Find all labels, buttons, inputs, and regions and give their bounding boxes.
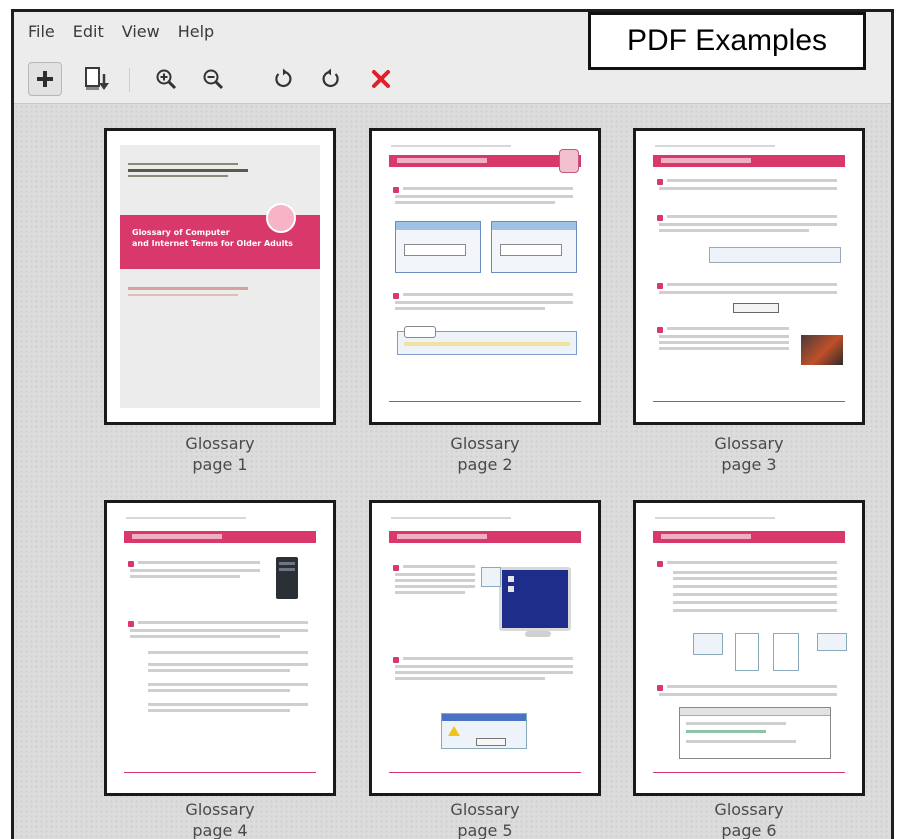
button-figure [733, 303, 779, 313]
small-window-figure [481, 567, 501, 587]
menu-edit[interactable]: Edit [73, 22, 104, 41]
page-caption: Glossary page 2 [369, 433, 601, 475]
page-preview [369, 500, 601, 796]
cover-title: Glossary of Computer and Internet Terms … [132, 227, 293, 249]
page-preview: Glossary of Computer and Internet Terms … [104, 128, 336, 425]
tabs-figure [679, 707, 831, 759]
dialog-figure [441, 713, 527, 749]
page-number: page 2 [457, 455, 513, 474]
page-name: Glossary [185, 800, 255, 819]
page-name: Glossary [450, 434, 520, 453]
rotate-left-button[interactable] [266, 62, 300, 96]
toolbar [14, 58, 891, 102]
export-icon [85, 67, 109, 90]
page-caption: Glossary page 4 [104, 799, 336, 839]
rotate-right-icon [322, 68, 339, 88]
page-caption: Glossary page 1 [104, 433, 336, 475]
page-number: page 3 [721, 455, 777, 474]
section-header-bar [653, 531, 845, 543]
add-button[interactable] [28, 62, 62, 96]
section-header-bar [653, 155, 845, 167]
section-header-bar [389, 531, 581, 543]
toolbar-separator [129, 68, 130, 92]
page-caption: Glossary page 3 [633, 433, 865, 475]
page-number: page 1 [192, 455, 248, 474]
page-preview [633, 500, 865, 796]
photo-figure [801, 335, 843, 365]
delete-icon [372, 70, 390, 88]
page-preview [633, 128, 865, 425]
rotate-right-button[interactable] [314, 62, 348, 96]
page-name: Glossary [714, 434, 784, 453]
computer-tower-figure [276, 557, 298, 599]
steps-figure [735, 633, 759, 671]
page-caption: Glossary page 6 [633, 799, 865, 839]
menu-file[interactable]: File [28, 22, 55, 41]
page-name: Glossary [185, 434, 255, 453]
page-number: page 6 [721, 821, 777, 839]
zoom-in-button[interactable] [149, 62, 183, 96]
screenshot-figure [395, 221, 481, 273]
delete-button[interactable] [364, 62, 398, 96]
app-window: File Edit View Help PDF Examples Glossar… [11, 9, 894, 839]
menu-help[interactable]: Help [178, 22, 214, 41]
steps-figure [693, 633, 723, 655]
cover-title-line-1: Glossary of Computer [132, 228, 230, 237]
page-caption: Glossary page 5 [369, 799, 601, 839]
add-icon [37, 71, 53, 87]
page-name: Glossary [450, 800, 520, 819]
character-icon [559, 149, 579, 173]
page-preview [104, 500, 336, 796]
zoom-out-icon [203, 69, 224, 90]
section-header-bar [124, 531, 316, 543]
browser-figure [397, 326, 577, 355]
page-number: page 4 [192, 821, 248, 839]
glossary-book-icon [266, 203, 296, 233]
steps-figure [817, 633, 847, 651]
cover-title-line-2: and Internet Terms for Older Adults [132, 239, 293, 248]
page-grid: Glossary of Computer and Internet Terms … [14, 103, 891, 839]
export-button[interactable] [80, 62, 114, 96]
toolbar-figure [709, 247, 841, 263]
page-preview [369, 128, 601, 425]
page-number: page 5 [457, 821, 513, 839]
monitor-figure [499, 567, 571, 631]
zoom-out-button[interactable] [196, 62, 230, 96]
steps-figure [773, 633, 799, 671]
section-header-bar [389, 155, 581, 167]
menu-view[interactable]: View [122, 22, 160, 41]
screenshot-figure [491, 221, 577, 273]
page-name: Glossary [714, 800, 784, 819]
zoom-in-icon [156, 69, 177, 90]
rotate-left-icon [275, 68, 292, 88]
